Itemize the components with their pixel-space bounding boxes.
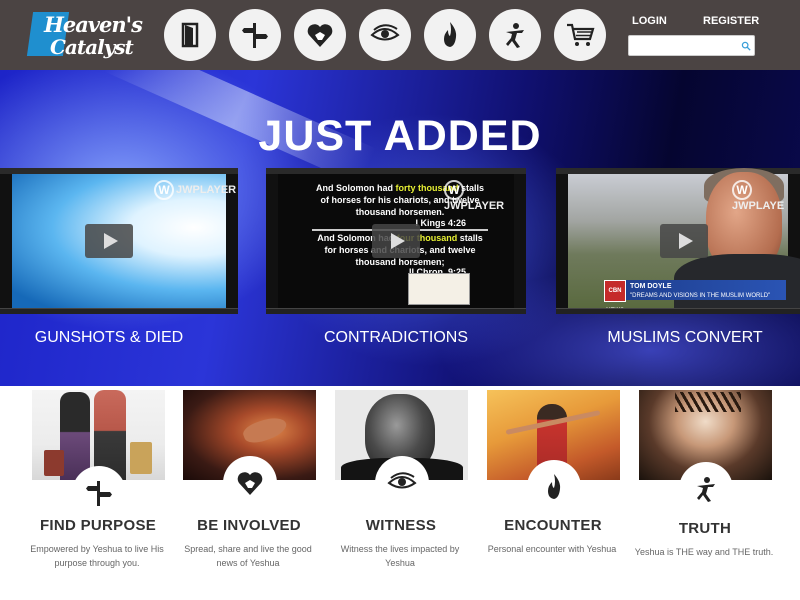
crowned-head bbox=[675, 392, 741, 412]
nav-door-button[interactable] bbox=[164, 9, 216, 61]
news-speaker-quote: "DREAMS AND VISIONS IN THE MUSLIM WORLD" bbox=[630, 293, 771, 299]
video-controlbar[interactable] bbox=[0, 308, 238, 314]
heart-hand-icon bbox=[307, 24, 333, 47]
feature-description: Yeshua is THE way and THE truth. bbox=[634, 547, 774, 557]
eye-icon bbox=[387, 472, 417, 489]
person-left bbox=[60, 392, 90, 480]
signpost-icon bbox=[86, 481, 112, 506]
nav-purpose-button[interactable] bbox=[229, 9, 281, 61]
search-input[interactable] bbox=[628, 35, 738, 56]
feature-title[interactable]: TRUTH bbox=[615, 520, 795, 537]
nav-cart-button[interactable] bbox=[554, 9, 606, 61]
video-player-muslims-convert[interactable]: CBN NEWS TOM DOYLE "DREAMS AND VISIONS I… bbox=[556, 168, 800, 314]
jwplayer-logo: WJWPLAYE bbox=[732, 180, 800, 212]
search-icon bbox=[741, 41, 751, 51]
video-player-gunshots[interactable]: W JWPLAYER bbox=[0, 168, 238, 314]
feature-description: Empowered by Yeshua to live His purpose … bbox=[30, 544, 164, 568]
flame-icon bbox=[548, 474, 561, 499]
signpost-icon bbox=[242, 23, 268, 48]
feature-badge bbox=[223, 456, 277, 510]
jwplayer-logo: WJWPLAYER bbox=[154, 180, 236, 200]
search-button[interactable] bbox=[737, 35, 755, 56]
nav-involved-button[interactable] bbox=[294, 9, 346, 61]
suitcase bbox=[130, 442, 152, 474]
video-player-contradictions[interactable]: And Solomon had forty thousand stalls of… bbox=[266, 168, 526, 314]
nav-encounter-button[interactable] bbox=[424, 9, 476, 61]
site-header: Heaven's Catalyst LOGIN REGISTER bbox=[0, 0, 800, 70]
login-link[interactable]: LOGIN bbox=[632, 15, 667, 27]
play-button[interactable] bbox=[660, 224, 708, 258]
nav-truth-button[interactable] bbox=[489, 9, 541, 61]
feature-description: Personal encounter with Yeshua bbox=[487, 544, 617, 554]
feature-description: Witness the lives impacted by Yeshua bbox=[340, 544, 460, 568]
news-network-logo: CBN NEWS bbox=[604, 280, 626, 314]
logo-text-line2: Catalyst bbox=[50, 35, 134, 59]
logo-text-line1: Heaven's bbox=[44, 12, 143, 37]
feature-badge bbox=[72, 466, 126, 520]
video-controlbar[interactable] bbox=[266, 308, 526, 314]
eye-icon bbox=[370, 24, 400, 41]
hero-title: JUST ADDED bbox=[258, 112, 542, 160]
figure-icon bbox=[506, 23, 524, 48]
chariot-illustration bbox=[408, 273, 470, 305]
register-link[interactable]: REGISTER bbox=[703, 15, 759, 27]
nav-witness-button[interactable] bbox=[359, 9, 411, 61]
play-button[interactable] bbox=[372, 224, 420, 258]
video-caption-contradictions[interactable]: CONTRADICTIONS bbox=[286, 329, 506, 347]
video-caption-gunshots[interactable]: GUNSHOTS & DIED bbox=[0, 329, 218, 347]
play-button[interactable] bbox=[85, 224, 133, 258]
reaching-hand bbox=[240, 413, 290, 447]
heart-hand-icon bbox=[237, 472, 263, 495]
feature-badge bbox=[527, 460, 581, 514]
cart-icon bbox=[567, 23, 595, 46]
site-logo[interactable]: Heaven's Catalyst bbox=[26, 10, 143, 60]
suitcase bbox=[44, 450, 64, 476]
flame-icon bbox=[444, 22, 457, 47]
feature-badge bbox=[679, 462, 733, 516]
jwplayer-logo: WJWPLAYER bbox=[444, 180, 526, 212]
feature-badge bbox=[375, 456, 429, 510]
door-icon bbox=[181, 22, 199, 48]
figure-icon bbox=[697, 477, 715, 502]
news-speaker-name: TOM DOYLE bbox=[630, 283, 672, 290]
feature-description: Spread, share and live the good news of … bbox=[184, 544, 312, 568]
video-caption-muslims-convert[interactable]: MUSLIMS CONVERT bbox=[575, 329, 795, 347]
video-controlbar[interactable] bbox=[556, 308, 800, 314]
